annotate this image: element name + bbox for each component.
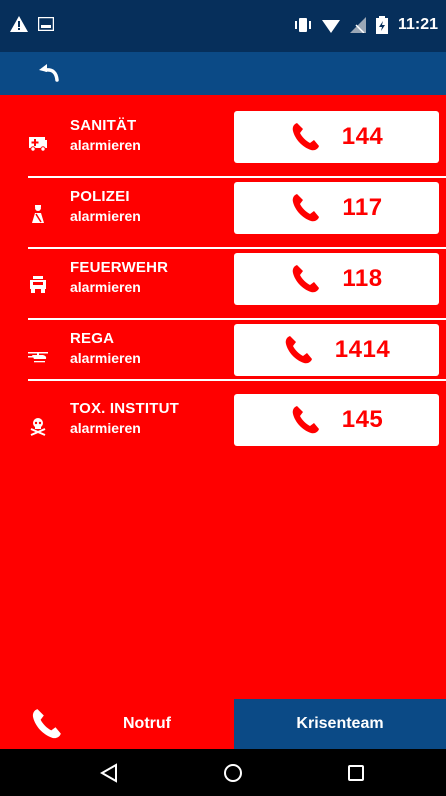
call-number: 117 <box>342 194 383 221</box>
police-icon <box>32 205 44 223</box>
back-button[interactable] <box>30 54 70 92</box>
service-name: FEUERWEHR <box>70 259 169 276</box>
call-number: 1414 <box>334 336 391 363</box>
phone-icon <box>292 406 319 434</box>
service-name: POLIZEI <box>70 188 130 205</box>
signal-icon <box>349 17 366 33</box>
call-button-145[interactable]: 145 <box>234 394 439 446</box>
system-navigation-bar <box>0 749 446 796</box>
phone-icon <box>32 709 61 739</box>
service-action: alarmieren <box>70 208 141 224</box>
status-bar: 11:21 <box>0 0 446 52</box>
service-name: REGA <box>70 330 115 347</box>
circle-home-icon <box>224 764 242 782</box>
list-item-tox-institut: TOX. INSTITUT alarmieren 145 <box>28 388 446 458</box>
call-number: 145 <box>341 406 384 433</box>
call-number: 144 <box>341 123 384 150</box>
phone-icon <box>285 336 312 364</box>
service-action: alarmieren <box>70 279 141 295</box>
call-button-117[interactable]: 117 <box>234 182 439 234</box>
bottom-tab-bar: Notruf Krisenteam <box>0 699 446 749</box>
status-time: 11:21 <box>397 16 438 33</box>
helicopter-icon <box>28 352 48 363</box>
service-action: alarmieren <box>70 350 141 366</box>
phone-icon <box>293 265 320 293</box>
undo-back-icon <box>39 64 59 82</box>
vibrate-icon <box>294 18 311 32</box>
nav-recents-button[interactable] <box>341 759 371 787</box>
list-item-polizei: POLIZEI alarmieren 117 <box>28 176 446 246</box>
call-number: 118 <box>342 265 383 292</box>
divider <box>28 379 446 381</box>
tab-notruf-label: Notruf <box>123 715 171 732</box>
service-action: alarmieren <box>70 137 141 153</box>
service-action: alarmieren <box>70 420 141 436</box>
skull-icon <box>30 418 46 436</box>
wifi-icon <box>321 19 340 33</box>
list-item-feuerwehr: FEUERWEHR alarmieren 118 <box>28 247 446 317</box>
call-button-118[interactable]: 118 <box>234 253 439 305</box>
triangle-back-icon <box>100 763 117 783</box>
list-item-rega: REGA alarmieren 1414 <box>28 318 446 388</box>
warning-icon <box>10 16 28 32</box>
phone-icon <box>292 123 319 151</box>
service-name: SANITÄT <box>70 117 137 134</box>
nav-home-button[interactable] <box>218 759 248 787</box>
battery-icon <box>375 16 388 34</box>
nav-back-button[interactable] <box>94 759 124 787</box>
list-item-sanitaet: SANITÄT alarmieren 144 <box>28 105 446 175</box>
image-notification-icon <box>38 17 54 31</box>
tab-krisenteam[interactable]: Krisenteam <box>234 699 446 749</box>
ambulance-icon <box>29 137 47 152</box>
call-button-1414[interactable]: 1414 <box>234 324 439 376</box>
fire-truck-icon <box>30 276 46 293</box>
square-recents-icon <box>348 765 364 781</box>
tab-krisenteam-label: Krisenteam <box>296 715 384 732</box>
phone-icon <box>293 194 320 222</box>
call-button-144[interactable]: 144 <box>234 111 439 163</box>
app-bar <box>0 52 446 95</box>
service-name: TOX. INSTITUT <box>70 400 179 417</box>
tab-notruf[interactable]: Notruf <box>0 699 234 749</box>
emergency-list: SANITÄT alarmieren 144 POLIZEI alarmiere… <box>0 95 446 699</box>
